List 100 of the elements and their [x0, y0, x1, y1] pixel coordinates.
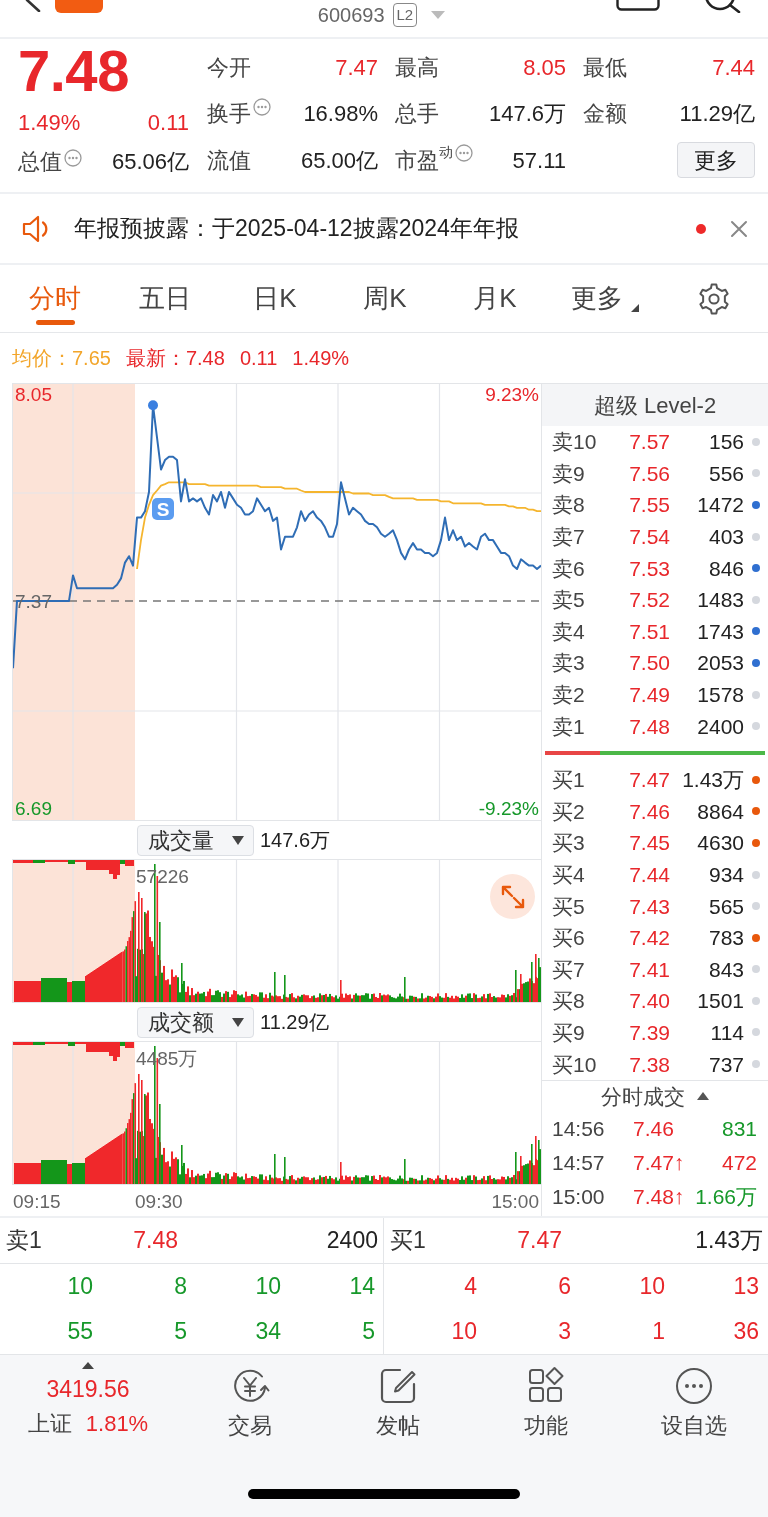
level-badge: L2	[392, 3, 418, 27]
caret-up-icon[interactable]	[82, 1362, 94, 1369]
level-volume: 737	[707, 1053, 744, 1075]
chart-tab[interactable]: 周K	[330, 265, 440, 332]
level-label: 买7	[552, 958, 586, 980]
level-price: 7.49	[628, 684, 670, 706]
level-volume: 843	[707, 958, 744, 980]
level-label: 卖5	[552, 589, 586, 611]
queue-order-size: 14	[348, 1272, 376, 1302]
change-percent: 1.49%	[292, 346, 350, 371]
notice-text[interactable]: 年报预披露：于2025-04-12披露2024年年报	[74, 211, 519, 246]
expand-button[interactable]	[490, 874, 535, 919]
level-price: 7.55	[628, 494, 670, 516]
level-label: 买9	[552, 1022, 586, 1043]
queue-order-size: 5	[173, 1317, 188, 1347]
stat-value: 65.00亿	[300, 146, 378, 175]
expand-icon	[499, 883, 526, 910]
chart-tab[interactable]: 日K	[220, 265, 330, 332]
nav-button[interactable]: 发帖	[376, 1355, 420, 1441]
percent-axis-label: -9.23%	[478, 797, 539, 819]
level-price: 7.54	[628, 526, 670, 548]
level-volume: 4630	[696, 832, 744, 854]
settings-icon[interactable]	[698, 282, 730, 315]
level-price: 7.46	[628, 800, 670, 822]
caret-up-icon[interactable]	[697, 1092, 709, 1101]
caret-down-icon	[232, 1017, 244, 1027]
more-button[interactable]: 更多	[677, 142, 755, 179]
level-volume: 846	[707, 557, 744, 579]
trade-time: 14:56	[552, 1118, 606, 1140]
trade-price: 7.48↑	[633, 1186, 686, 1208]
back-icon[interactable]	[25, 0, 41, 12]
stat-label: 最高	[395, 53, 439, 82]
level-label: 买5	[552, 895, 586, 917]
chart-tab[interactable]: 五日	[110, 265, 220, 332]
price-axis-label: 6.69	[15, 797, 52, 819]
level-label: 买1	[552, 769, 586, 791]
ellipsis-info-icon[interactable]	[455, 144, 473, 162]
queue-order-size: 10	[638, 1272, 666, 1302]
stat-value: 16.98%	[303, 100, 378, 129]
indicator-total: 147.6万	[260, 828, 331, 853]
level-price: 7.41	[628, 958, 670, 980]
order-book-title: 超级 Level-2	[542, 384, 768, 426]
stock-code: 600693	[317, 3, 385, 27]
level-price: 7.45	[628, 832, 670, 854]
ellipsis-info-icon[interactable]	[253, 97, 271, 116]
queue-order-size: 13	[732, 1272, 760, 1302]
stat-value: 8.05	[523, 53, 566, 82]
level-volume: 2053	[696, 652, 744, 674]
stat-label: 换手	[207, 100, 251, 129]
level-label: 卖8	[552, 494, 586, 516]
nav-button[interactable]: 设自选	[661, 1355, 727, 1441]
indicator-dropdown[interactable]: 成交量	[137, 824, 254, 856]
level-label: 买8	[552, 990, 586, 1012]
quote-price: 7.48	[132, 1226, 179, 1256]
stat-label: 市盈$^{动}$	[395, 143, 453, 175]
time-label: 09:15	[13, 1191, 61, 1212]
stat-label: 最低	[583, 53, 627, 82]
queue-order-size: 3	[557, 1317, 572, 1347]
stat-value: 147.6万	[488, 100, 566, 129]
chart-tab[interactable]: 月K	[440, 265, 550, 332]
level-label: 卖2	[552, 684, 586, 706]
indicator-dropdown[interactable]: 成交额	[137, 1006, 254, 1038]
latest-price: 最新：7.48	[125, 346, 225, 371]
more-icon	[673, 1365, 715, 1407]
level-price: 7.56	[628, 462, 670, 484]
queue-order-size: 10	[450, 1317, 478, 1347]
quote-volume: 2400	[325, 1226, 379, 1256]
trade-time: 14:57	[552, 1152, 606, 1174]
change-percent: 1.49%	[18, 108, 81, 137]
queue-order-size: 8	[173, 1272, 188, 1302]
level-label: 买3	[552, 832, 586, 854]
stat-label: 今开	[207, 53, 251, 82]
level-label: 买2	[552, 800, 586, 822]
level-price: 7.53	[628, 557, 670, 579]
trade-price: 7.47↑	[633, 1152, 686, 1174]
queue-order-size: 55	[66, 1317, 94, 1347]
level-volume: 783	[707, 927, 744, 949]
nav-button[interactable]: 功能	[524, 1355, 568, 1441]
queue-order-size: 5	[361, 1317, 376, 1347]
close-icon[interactable]	[730, 219, 748, 238]
trade-price: 7.46	[633, 1118, 675, 1140]
quote-volume: 1.43万	[694, 1226, 764, 1256]
chart-tab[interactable]: 分时	[0, 265, 110, 332]
average-price: 均价：7.65	[12, 346, 111, 371]
queue-order-size: 6	[557, 1272, 572, 1302]
trade-time: 15:00	[552, 1186, 606, 1208]
change-amount: 0.11	[147, 108, 189, 137]
ellipsis-info-icon[interactable]	[64, 149, 82, 167]
queue-order-size: 10	[254, 1272, 282, 1302]
trade-volume: 1.66万	[695, 1186, 757, 1208]
caret-down-icon	[232, 835, 244, 845]
nav-button[interactable]: 交易	[228, 1355, 272, 1441]
level-price: 7.52	[628, 589, 670, 611]
level-price: 7.39	[628, 1022, 670, 1043]
chart-tab[interactable]: 更多	[550, 265, 660, 332]
stat-label: 金额	[583, 100, 627, 129]
level-volume: 2400	[696, 715, 744, 737]
stat-value: 7.47	[335, 53, 378, 82]
level-volume: 565	[707, 895, 744, 917]
level-price: 7.42	[628, 927, 670, 949]
